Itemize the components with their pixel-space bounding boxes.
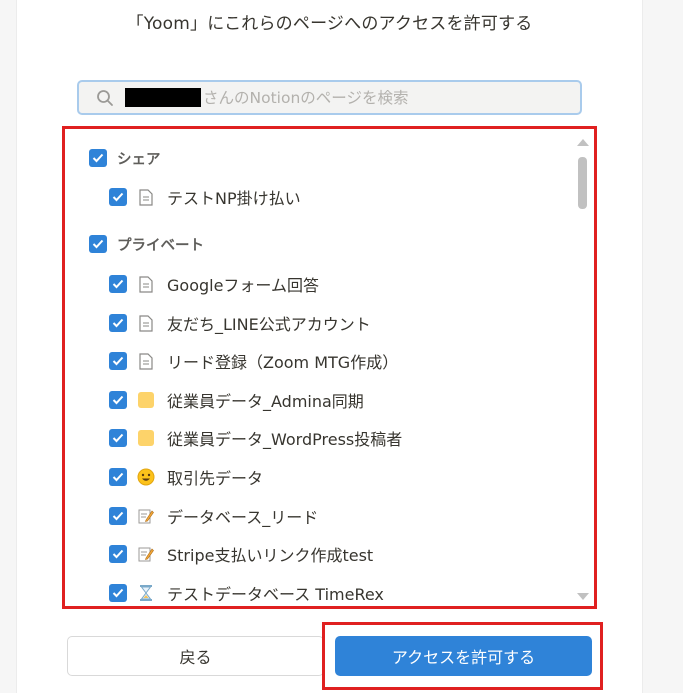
allow-access-button[interactable]: アクセスを許可する	[335, 636, 592, 676]
memo-icon	[135, 543, 157, 565]
section-label: プライベート	[117, 237, 204, 254]
page-label: 取引先データ	[167, 469, 264, 488]
scroll-thumb[interactable]	[578, 157, 587, 209]
page-icon	[135, 350, 157, 372]
checkbox[interactable]	[109, 352, 127, 370]
checkbox-section-share[interactable]	[89, 149, 107, 167]
back-button[interactable]: 戻る	[67, 636, 324, 676]
page-label: 従業員データ_Admina同期	[167, 392, 364, 411]
page-icon	[135, 312, 157, 334]
list-item[interactable]: リード登録（Zoom MTG作成）	[109, 349, 398, 373]
page-label: 従業員データ_WordPress投稿者	[167, 430, 403, 449]
list-item[interactable]: データベース_リード	[109, 504, 318, 528]
page-list-highlight: シェア テストNP掛け払い プライベート Googleフォーム回答 友だち_LI…	[62, 126, 597, 609]
checkbox[interactable]	[109, 275, 127, 293]
hourglass-icon	[135, 582, 157, 604]
page-list[interactable]: シェア テストNP掛け払い プライベート Googleフォーム回答 友だち_LI…	[65, 129, 572, 606]
page-icon	[135, 186, 157, 208]
search-input[interactable]	[201, 88, 501, 107]
page-label: テストNP掛け払い	[167, 189, 301, 208]
list-item[interactable]: 従業員データ_Admina同期	[109, 388, 364, 412]
page-label: リード登録（Zoom MTG作成）	[167, 353, 399, 372]
section-share[interactable]: シェア	[89, 146, 161, 170]
checkbox[interactable]	[109, 314, 127, 332]
checkbox[interactable]	[109, 391, 127, 409]
checkbox-section-private[interactable]	[89, 235, 107, 253]
checkbox[interactable]	[109, 545, 127, 563]
list-item[interactable]: Googleフォーム回答	[109, 272, 319, 296]
page-icon	[135, 273, 157, 295]
checkbox[interactable]	[109, 507, 127, 525]
section-label: シェア	[117, 151, 161, 168]
redacted-username	[125, 88, 201, 107]
list-item[interactable]: テストNP掛け払い	[109, 185, 301, 209]
checkbox[interactable]	[109, 468, 127, 486]
scroll-down-arrow-icon[interactable]	[577, 593, 589, 600]
page-label: Googleフォーム回答	[167, 276, 319, 295]
right-backdrop	[642, 0, 683, 693]
page-title: 「Yoom」にこれらのページへのアクセスを許可する	[126, 14, 533, 34]
list-item[interactable]: 従業員データ_WordPress投稿者	[109, 426, 402, 450]
scroll-up-arrow-icon[interactable]	[577, 139, 589, 146]
checkbox[interactable]	[109, 188, 127, 206]
checkbox[interactable]	[109, 584, 127, 602]
checkbox[interactable]	[109, 429, 127, 447]
page-label: 友だち_LINE公式アカウント	[167, 315, 371, 334]
search-box[interactable]	[77, 80, 582, 115]
yellow-square-icon	[135, 389, 157, 411]
section-private[interactable]: プライベート	[89, 232, 204, 256]
page-label: テストデータベース TimeRex	[167, 585, 384, 604]
list-scrollbar[interactable]	[575, 135, 590, 600]
list-item[interactable]: 友だち_LINE公式アカウント	[109, 311, 371, 335]
yellow-square-icon	[135, 427, 157, 449]
memo-icon	[135, 505, 157, 527]
list-item[interactable]: Stripe支払いリンク作成test	[109, 542, 373, 566]
search-icon	[95, 88, 115, 108]
list-item[interactable]: 取引先データ	[109, 465, 263, 489]
page-label: Stripe支払いリンク作成test	[167, 546, 374, 565]
smiley-icon	[135, 466, 157, 488]
page-label: データベース_リード	[167, 508, 319, 527]
list-item[interactable]: テストデータベース TimeRex	[109, 581, 384, 605]
left-backdrop	[0, 0, 17, 693]
